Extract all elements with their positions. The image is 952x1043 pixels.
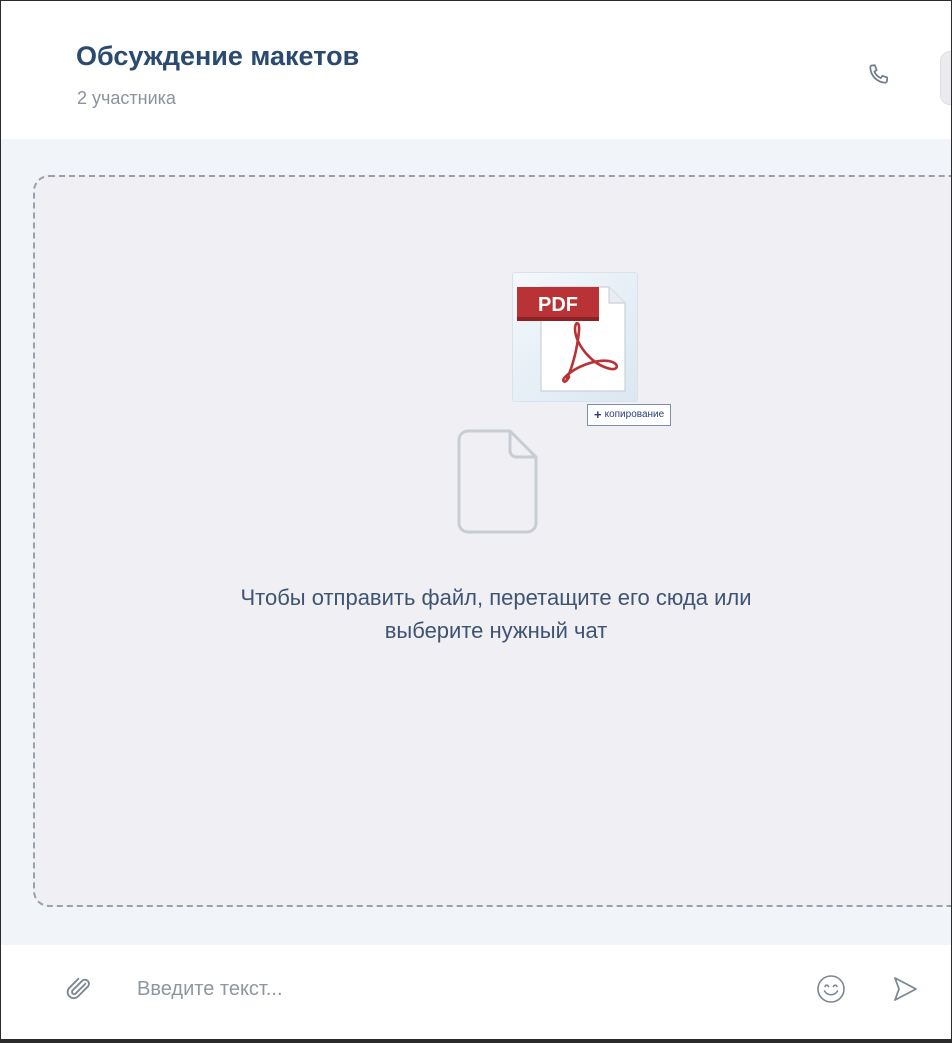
dragged-file-preview: PDF [513, 273, 637, 401]
copy-label: копирование [604, 409, 665, 420]
call-button[interactable] [859, 55, 899, 95]
emoji-button[interactable] [811, 969, 851, 1009]
file-icon [456, 429, 540, 540]
more-panel-edge[interactable] [940, 51, 951, 105]
chat-title[interactable]: Обсуждение макетов [76, 41, 359, 72]
pdf-file-icon: PDF [517, 286, 626, 392]
smile-icon [817, 975, 845, 1003]
paperclip-icon [66, 977, 90, 1000]
copy-cursor-tooltip: + копирование [587, 404, 672, 426]
chat-header: Обсуждение макетов 2 участника [1, 1, 951, 139]
file-dropzone[interactable] [33, 175, 951, 907]
attach-button[interactable] [59, 969, 99, 1009]
dropzone-hint: Чтобы отправить файл, перетащите его сюд… [240, 585, 752, 643]
pdf-badge-text: PDF [538, 294, 578, 316]
message-composer [1, 945, 951, 1039]
chat-body [1, 139, 951, 945]
phone-icon [869, 64, 889, 84]
send-icon [894, 977, 917, 1001]
send-button[interactable] [885, 969, 925, 1009]
plus-icon: + [594, 407, 602, 422]
message-input[interactable] [123, 969, 783, 1009]
chat-window: Обсуждение макетов 2 участника PDF + коп… [0, 0, 952, 1043]
participants-count[interactable]: 2 участника [77, 88, 176, 109]
